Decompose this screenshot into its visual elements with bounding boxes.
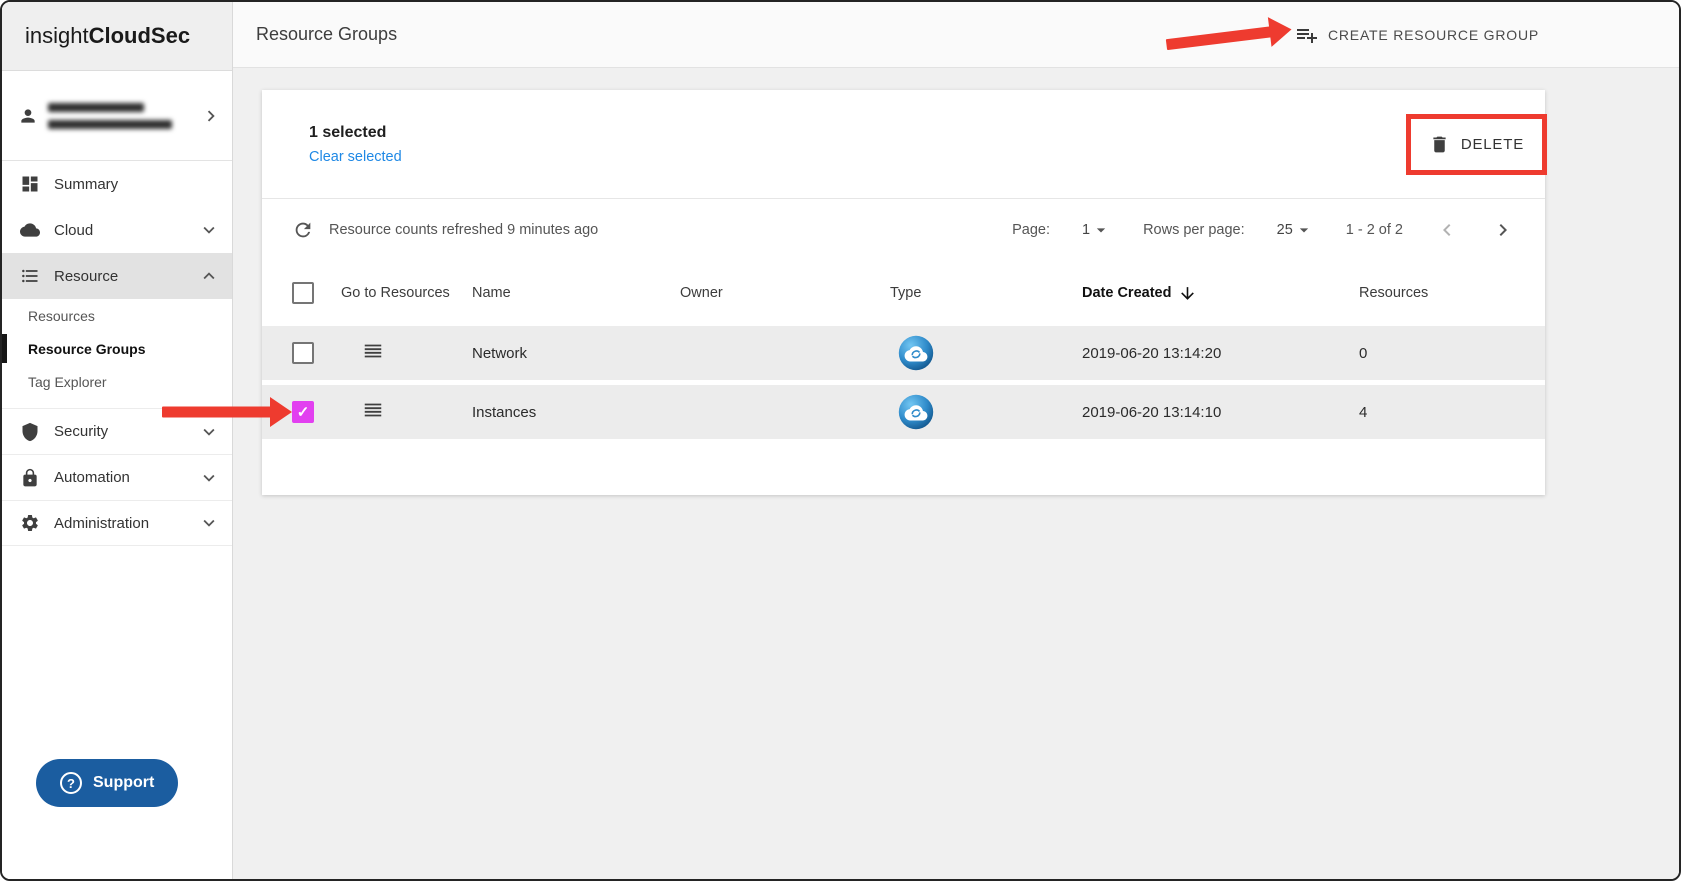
- lock-icon: [23, 468, 37, 486]
- go-to-resources-icon[interactable]: [362, 399, 384, 421]
- logo-prefix: insight: [25, 23, 89, 48]
- column-header-type: Type: [890, 285, 922, 301]
- resource-group-type-icon: [898, 394, 934, 430]
- cell-date-created: 2019-06-20 13:14:10: [1082, 403, 1222, 421]
- sidebar-subitem-tag-explorer[interactable]: Tag Explorer: [2, 365, 232, 398]
- content-area: 1 selected Clear selected DELETE Resourc…: [233, 68, 1679, 495]
- cell-resources: 4: [1359, 403, 1368, 421]
- column-header-date-created[interactable]: Date Created: [1082, 284, 1359, 303]
- sidebar-item-label: Automation: [54, 469, 130, 486]
- column-header-goto-resources: Go to Resources: [341, 285, 450, 301]
- sidebar-item-automation[interactable]: Automation: [2, 454, 232, 500]
- column-header-resources: Resources: [1359, 285, 1429, 301]
- app-window: insight CloudSec Summary Cloud Resource …: [0, 0, 1681, 881]
- refresh-icon[interactable]: [292, 219, 314, 241]
- sidebar-subitem-label: Tag Explorer: [28, 373, 107, 390]
- dashboard-icon: [22, 176, 38, 192]
- selection-bar: 1 selected Clear selected DELETE: [262, 90, 1547, 198]
- gear-icon: [22, 515, 38, 531]
- create-resource-group-label: CREATE RESOURCE GROUP: [1327, 26, 1539, 43]
- sidebar-item-label: Security: [54, 423, 109, 440]
- create-resource-group-button[interactable]: CREATE RESOURCE GROUP: [1295, 23, 1539, 47]
- cloud-icon: [20, 223, 40, 237]
- sidebar: insight CloudSec Summary Cloud Resource …: [2, 2, 233, 879]
- column-header-owner: Owner: [680, 285, 723, 301]
- page-value: 1: [1081, 221, 1091, 238]
- resource-group-type-icon: [898, 335, 934, 371]
- go-to-resources-icon[interactable]: [362, 340, 384, 362]
- sidebar-item-administration[interactable]: Administration: [2, 500, 232, 546]
- pagination-controls: Page: 1 Rows per page: 25 1 - 2 of 2: [1012, 218, 1515, 242]
- next-page-icon[interactable]: [1491, 218, 1515, 242]
- sidebar-subitem-resource-groups[interactable]: Resource Groups: [2, 332, 232, 365]
- sidebar-item-label: Summary: [54, 175, 119, 193]
- row-checkbox[interactable]: ✓: [292, 401, 314, 423]
- chevron-down-icon: [203, 428, 215, 436]
- selected-count: 1 selected: [309, 123, 387, 141]
- chevron-down-icon: [203, 519, 215, 527]
- playlist-add-icon: [1296, 28, 1317, 43]
- cell-name: Instances: [472, 403, 537, 421]
- rows-per-page-label: Rows per page:: [1143, 221, 1245, 238]
- chevron-up-icon: [203, 272, 215, 280]
- delete-label: DELETE: [1460, 135, 1524, 153]
- table-toolbar: Resource counts refreshed 9 minutes ago …: [262, 198, 1545, 260]
- sidebar-nav: Summary Cloud Resource Resources Resourc…: [2, 161, 232, 546]
- trash-icon: [1433, 136, 1446, 152]
- user-name-redacted: [48, 102, 190, 129]
- clear-selected-link[interactable]: Clear selected: [309, 149, 402, 165]
- date-created-label: Date Created: [1082, 285, 1172, 301]
- sidebar-item-summary[interactable]: Summary: [2, 161, 232, 207]
- sidebar-item-label: Cloud: [54, 221, 94, 239]
- user-account-row[interactable]: [2, 71, 232, 161]
- rows-per-page-select[interactable]: 25: [1277, 220, 1314, 240]
- table-row: ✓ Network 2019-0: [262, 326, 1545, 380]
- help-icon: ?: [60, 772, 82, 794]
- page-label: Page:: [1012, 221, 1050, 238]
- cell-name: Network: [472, 344, 528, 362]
- table-row: ✓ Instances 2019-06-20 13:14:10 4: [262, 385, 1545, 439]
- sidebar-subitem-label: Resource Groups: [28, 340, 146, 357]
- select-all-checkbox[interactable]: ✓: [292, 282, 314, 304]
- support-button[interactable]: ? Support: [36, 759, 179, 807]
- rows-per-page-value: 25: [1276, 221, 1293, 238]
- caret-down-icon: [1299, 227, 1308, 232]
- chevron-down-icon: [203, 474, 215, 482]
- sidebar-subitem-label: Resources: [28, 307, 95, 324]
- sidebar-item-cloud[interactable]: Cloud: [2, 207, 232, 253]
- sidebar-item-label: Administration: [54, 514, 150, 532]
- user-icon: [21, 108, 35, 123]
- page-header: Resource Groups CREATE RESOURCE GROUP: [233, 2, 1679, 68]
- logo-suffix: CloudSec: [88, 23, 191, 48]
- column-header-name: Name: [472, 285, 511, 301]
- support-label: Support: [93, 774, 155, 791]
- list-icon: [22, 269, 38, 283]
- sidebar-item-security[interactable]: Security: [2, 408, 232, 454]
- sidebar-item-resource[interactable]: Resource: [2, 253, 232, 299]
- caret-down-icon: [1096, 227, 1106, 232]
- shield-icon: [22, 422, 38, 441]
- app-logo: insight CloudSec: [2, 2, 232, 71]
- refresh-status-text: Resource counts refreshed 9 minutes ago: [329, 221, 599, 238]
- chevron-down-icon: [203, 226, 215, 234]
- chevron-right-icon: [207, 110, 215, 121]
- sidebar-item-label: Resource: [54, 267, 119, 285]
- previous-page-icon[interactable]: [1435, 218, 1459, 242]
- main-area: Resource Groups CREATE RESOURCE GROUP 1 …: [233, 2, 1679, 879]
- table-header-row: ✓ Go to Resources Name Owner Type Date C…: [262, 260, 1545, 326]
- page-title: Resource Groups: [256, 24, 398, 44]
- sidebar-subitem-resources[interactable]: Resources: [2, 299, 232, 332]
- sort-descending-icon: [1181, 286, 1195, 300]
- page-select[interactable]: 1: [1082, 220, 1111, 240]
- delete-button[interactable]: DELETE: [1429, 134, 1524, 155]
- cell-resources: 0: [1359, 344, 1368, 362]
- row-checkbox[interactable]: ✓: [292, 342, 314, 364]
- pagination-range: 1 - 2 of 2: [1345, 221, 1403, 238]
- resource-groups-card: 1 selected Clear selected DELETE Resourc…: [262, 90, 1547, 495]
- cell-date-created: 2019-06-20 13:14:20: [1082, 344, 1222, 362]
- annotation-box-delete: DELETE: [1405, 113, 1547, 175]
